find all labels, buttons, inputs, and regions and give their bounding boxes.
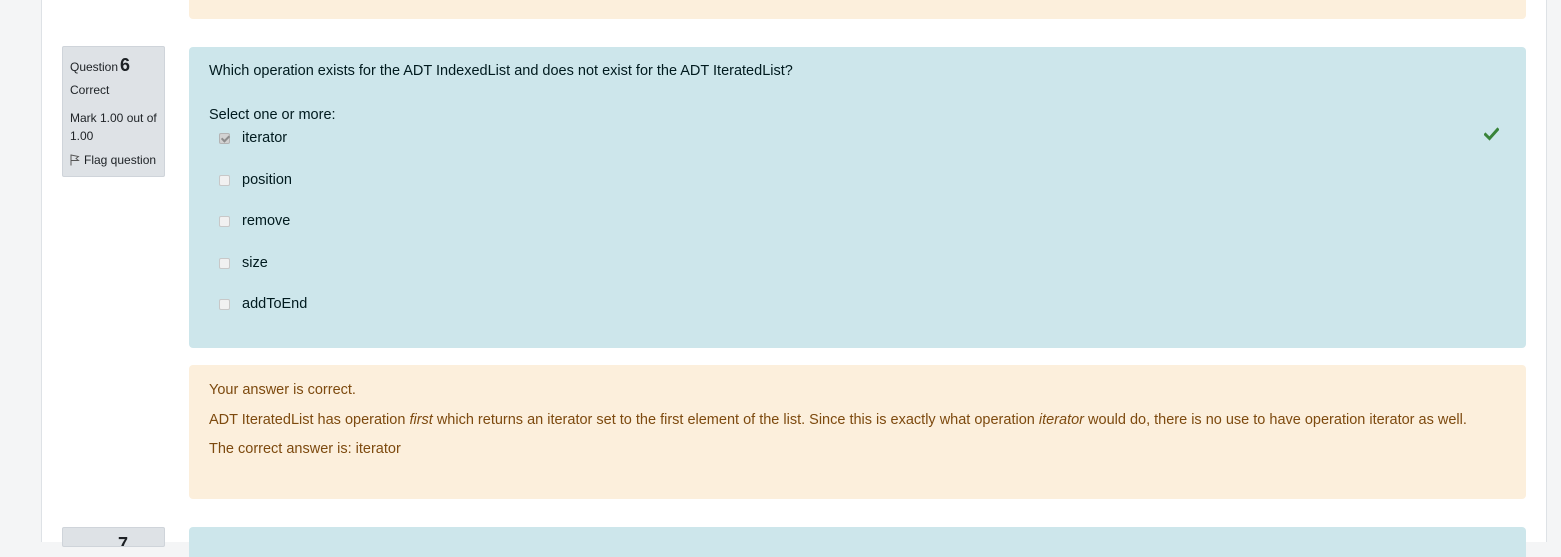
flag-question-label: Flag question <box>84 153 157 167</box>
answer-checkbox-checked[interactable] <box>219 133 230 144</box>
general-feedback: ADT IteratedList has operation first whi… <box>209 409 1506 431</box>
answer-option[interactable]: remove <box>209 211 1506 253</box>
right-answer: The correct answer is: iterator <box>209 441 401 457</box>
previous-question-feedback <box>189 0 1526 19</box>
next-question-info: 7 <box>62 527 165 547</box>
question-formulation: Which operation exists for the ADT Index… <box>189 47 1526 348</box>
general-feedback-text: which returns an iterator set to the fir… <box>432 412 1039 428</box>
question-label: Question <box>70 60 119 74</box>
question-text: Which operation exists for the ADT Index… <box>209 63 793 79</box>
general-feedback-text: ADT IteratedList has operation <box>209 412 410 428</box>
answer-label: size <box>242 254 268 271</box>
answer-list: iterator position remove size addToEnd <box>209 128 1506 336</box>
general-feedback-emphasis: first <box>409 412 433 428</box>
flag-question-link[interactable]: Flag question <box>70 153 157 167</box>
answer-label: iterator <box>242 130 288 146</box>
question-info: Question 6 Correct Mark 1.00 out of 1.00 … <box>62 46 165 177</box>
answer-label: addToEnd <box>242 296 308 312</box>
answer-option[interactable]: position <box>209 170 1506 212</box>
question-grade: Mark 1.00 out of 1.00 <box>70 111 157 143</box>
general-feedback-text: would do, there is no use to have operat… <box>1084 412 1467 428</box>
answer-prompt: Select one or more: <box>209 107 336 123</box>
answer-label: position <box>242 171 292 188</box>
next-question-formulation <box>189 527 1526 557</box>
question-state: Correct <box>70 83 110 97</box>
question-number-line: Question 6 <box>70 55 157 77</box>
check-icon <box>1484 127 1499 141</box>
question-number: 6 <box>120 55 131 75</box>
next-question-number: 7 <box>118 534 129 547</box>
flag-icon <box>70 154 80 166</box>
answer-option[interactable]: addToEnd <box>209 294 1506 336</box>
answer-checkbox[interactable] <box>219 216 230 227</box>
answer-option[interactable]: iterator <box>209 128 1506 170</box>
answer-checkbox[interactable] <box>219 174 230 186</box>
answer-checkbox[interactable] <box>219 257 230 269</box>
general-feedback-emphasis: iterator <box>1038 412 1084 428</box>
question-feedback: Your answer is correct. ADT IteratedList… <box>189 365 1526 499</box>
answer-label: remove <box>242 213 291 229</box>
answer-checkbox[interactable] <box>219 299 230 310</box>
answer-option[interactable]: size <box>209 253 1506 295</box>
feedback-result: Your answer is correct. <box>209 382 356 398</box>
